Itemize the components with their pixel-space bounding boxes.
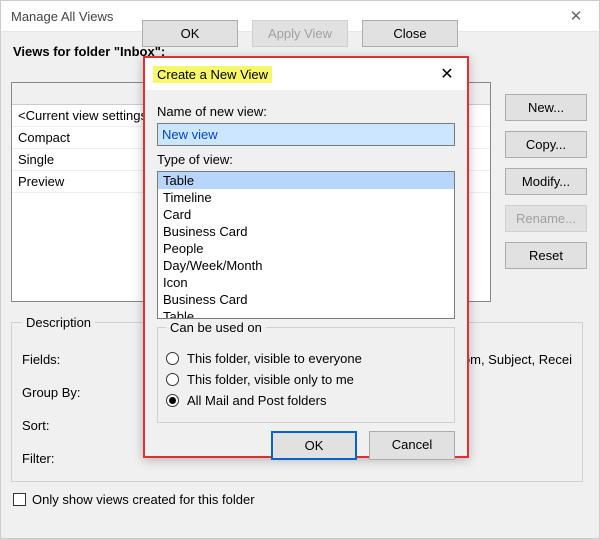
radio-option[interactable]: This folder, visible only to me — [166, 372, 446, 387]
list-item[interactable]: Card — [158, 206, 454, 223]
new-button[interactable]: New... — [505, 94, 587, 121]
groupby-label: Group By: — [22, 385, 102, 400]
only-show-checkbox-row[interactable]: Only show views created for this folder — [13, 492, 255, 507]
list-item[interactable]: Table — [158, 172, 454, 189]
name-of-view-input[interactable] — [157, 123, 455, 146]
ok-button[interactable]: OK — [271, 431, 357, 460]
copy-button[interactable]: Copy... — [505, 131, 587, 158]
create-new-view-dialog: Create a New View ✕ Name of new view: Ty… — [143, 56, 469, 458]
inner-title: Create a New View — [153, 66, 272, 83]
list-item[interactable]: Business Card — [158, 291, 454, 308]
radio-icon[interactable] — [166, 394, 179, 407]
radio-option[interactable]: This folder, visible to everyone — [166, 351, 446, 366]
can-be-used-on-group: Can be used on This folder, visible to e… — [157, 327, 455, 423]
close-icon[interactable]: ✕ — [435, 64, 459, 84]
reset-button[interactable]: Reset — [505, 242, 587, 269]
inner-body: Name of new view: Type of view: TableTim… — [145, 90, 467, 470]
checkbox-icon[interactable] — [13, 493, 26, 506]
inner-titlebar: Create a New View ✕ — [145, 58, 467, 90]
name-of-view-label: Name of new view: — [157, 104, 455, 119]
description-legend: Description — [22, 315, 95, 330]
can-be-used-on-legend: Can be used on — [166, 320, 266, 335]
radio-icon[interactable] — [166, 373, 179, 386]
sort-label: Sort: — [22, 418, 102, 433]
radio-label: All Mail and Post folders — [187, 393, 326, 408]
right-button-column: New... Copy... Modify... Rename... Reset — [505, 94, 587, 269]
radio-icon[interactable] — [166, 352, 179, 365]
radio-option[interactable]: All Mail and Post folders — [166, 393, 446, 408]
fields-value: om, Subject, Recei — [463, 352, 572, 367]
radio-label: This folder, visible to everyone — [187, 351, 362, 366]
type-of-view-listbox[interactable]: TableTimelineCardBusiness CardPeopleDay/… — [157, 171, 455, 319]
list-item[interactable]: Day/Week/Month — [158, 257, 454, 274]
cancel-button[interactable]: Cancel — [369, 431, 455, 460]
list-item[interactable]: Business Card — [158, 223, 454, 240]
ok-button[interactable]: OK — [142, 20, 238, 47]
filter-label: Filter: — [22, 451, 102, 466]
inner-button-row: OK Cancel — [157, 431, 455, 460]
list-item[interactable]: Icon — [158, 274, 454, 291]
apply-view-button: Apply View — [252, 20, 348, 47]
list-item[interactable]: Timeline — [158, 189, 454, 206]
modify-button[interactable]: Modify... — [505, 168, 587, 195]
fields-label: Fields: — [22, 352, 102, 367]
radio-label: This folder, visible only to me — [187, 372, 354, 387]
outer-body: Views for folder "Inbox": View Name <Cur… — [1, 32, 599, 59]
only-show-label: Only show views created for this folder — [32, 492, 255, 507]
bottom-button-row: OK Apply View Close — [1, 20, 599, 47]
list-item[interactable]: People — [158, 240, 454, 257]
list-item[interactable]: Table — [158, 308, 454, 319]
rename-button: Rename... — [505, 205, 587, 232]
type-of-view-label: Type of view: — [157, 152, 455, 167]
close-button[interactable]: Close — [362, 20, 458, 47]
